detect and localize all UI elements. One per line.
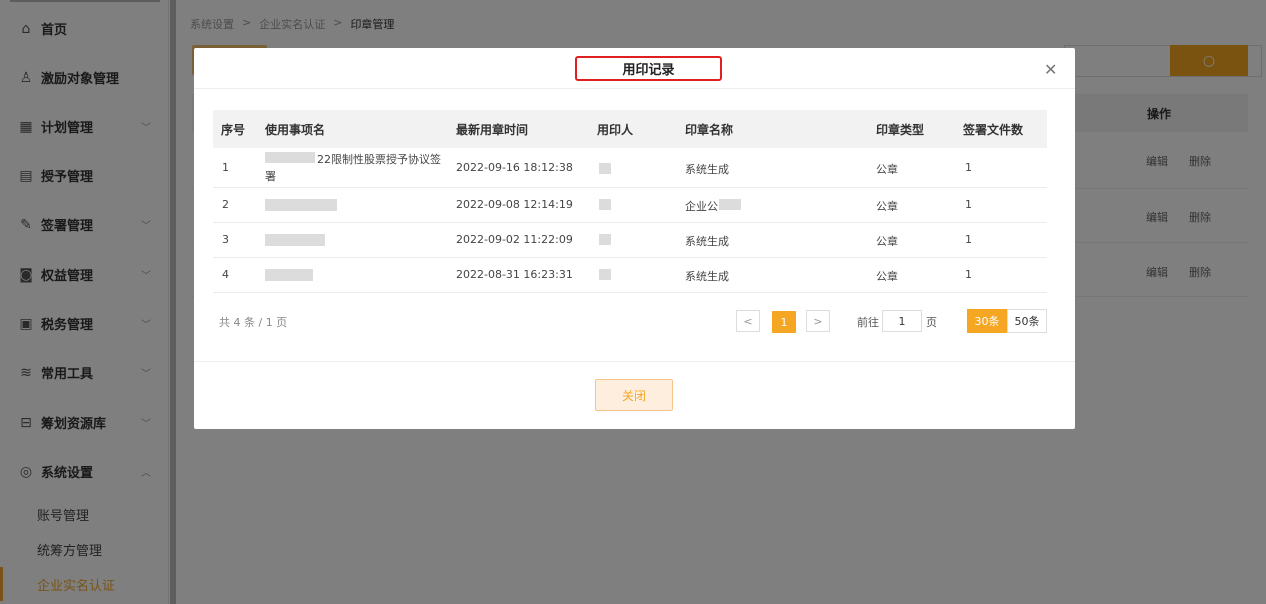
- page-size-30-button[interactable]: 30条: [967, 309, 1007, 333]
- cell-time: 2022-09-02 11:22:09: [456, 233, 573, 246]
- redacted-block: [265, 152, 315, 163]
- redacted-user: [599, 199, 611, 210]
- redacted-item-name: [265, 199, 337, 211]
- cell-index: 4: [222, 268, 229, 281]
- cell-file-count: 1: [965, 268, 972, 281]
- cell-time: 2022-09-16 18:12:38: [456, 161, 573, 174]
- pagination-total: 共 4 条 / 1 页: [219, 316, 288, 329]
- redacted-user: [599, 269, 611, 280]
- cell-time: 2022-09-08 12:14:19: [456, 198, 573, 211]
- redacted-user: [599, 163, 611, 174]
- prev-page-button[interactable]: <: [736, 310, 760, 332]
- col-user: 用印人: [597, 123, 634, 137]
- cell-seal-name: 系统生成: [685, 270, 729, 283]
- col-latest-time: 最新用章时间: [456, 123, 529, 137]
- col-seal-type: 印章类型: [876, 123, 925, 137]
- cell-seal-type: 公章: [876, 235, 898, 248]
- chevron-right-icon: >: [813, 314, 823, 328]
- page-size-50-button[interactable]: 50条: [1007, 309, 1047, 333]
- cell-seal-type: 公章: [876, 200, 898, 213]
- cell-file-count: 1: [965, 233, 972, 246]
- cell-time: 2022-08-31 16:23:31: [456, 268, 573, 281]
- cell-seal-type: 公章: [876, 163, 898, 176]
- dialog-title: 用印记录: [622, 63, 675, 78]
- cell-seal-name: 系统生成: [685, 163, 729, 176]
- cell-item-name-cont: 署: [265, 170, 276, 183]
- redacted-user: [599, 234, 611, 245]
- chevron-left-icon: <: [743, 314, 753, 328]
- goto-page-input[interactable]: [882, 310, 922, 332]
- cell-index: 1: [222, 161, 229, 174]
- goto-label: 前往: [857, 316, 879, 329]
- col-seal-name: 印章名称: [685, 123, 734, 137]
- cell-seal-name: 企业公: [685, 200, 718, 213]
- table-row: 2 2022-09-08 12:14:19 企业公 公章 1: [213, 187, 1047, 223]
- close-icon[interactable]: ✕: [1044, 60, 1057, 79]
- col-file-count: 签署文件数: [963, 123, 1024, 137]
- redacted-seal-name: [719, 199, 741, 210]
- close-button[interactable]: 关闭: [595, 379, 673, 411]
- table-row: 3 2022-09-02 11:22:09 系统生成 公章 1: [213, 222, 1047, 258]
- page-number-current[interactable]: 1: [772, 311, 796, 333]
- cell-item-name: 22限制性股票授予协议签: [317, 153, 441, 166]
- col-item-name: 使用事项名: [265, 123, 326, 137]
- cell-file-count: 1: [965, 198, 972, 211]
- cell-index: 3: [222, 233, 229, 246]
- table-row: 4 2022-08-31 16:23:31 系统生成 公章 1: [213, 257, 1047, 293]
- cell-file-count: 1: [965, 161, 972, 174]
- goto-suffix: 页: [926, 316, 937, 329]
- table-header: 序号 使用事项名 最新用章时间 用印人 印章名称 印章类型 签署文件数: [213, 110, 1047, 148]
- redacted-item-name: [265, 269, 313, 281]
- next-page-button[interactable]: >: [806, 310, 830, 332]
- divider: [194, 361, 1075, 362]
- redacted-item-name: [265, 234, 325, 246]
- title-highlight-box: 用印记录: [575, 56, 722, 81]
- cell-seal-name: 系统生成: [685, 235, 729, 248]
- cell-seal-type: 公章: [876, 270, 898, 283]
- seal-usage-dialog: 用印记录 ✕ 序号 使用事项名 最新用章时间 用印人 印章名称 印章类型 签署文…: [194, 48, 1075, 429]
- cell-index: 2: [222, 198, 229, 211]
- divider: [194, 88, 1075, 89]
- table-row: 1 22限制性股票授予协议签 署 2022-09-16 18:12:38 系统生…: [213, 148, 1047, 188]
- col-index: 序号: [221, 123, 246, 137]
